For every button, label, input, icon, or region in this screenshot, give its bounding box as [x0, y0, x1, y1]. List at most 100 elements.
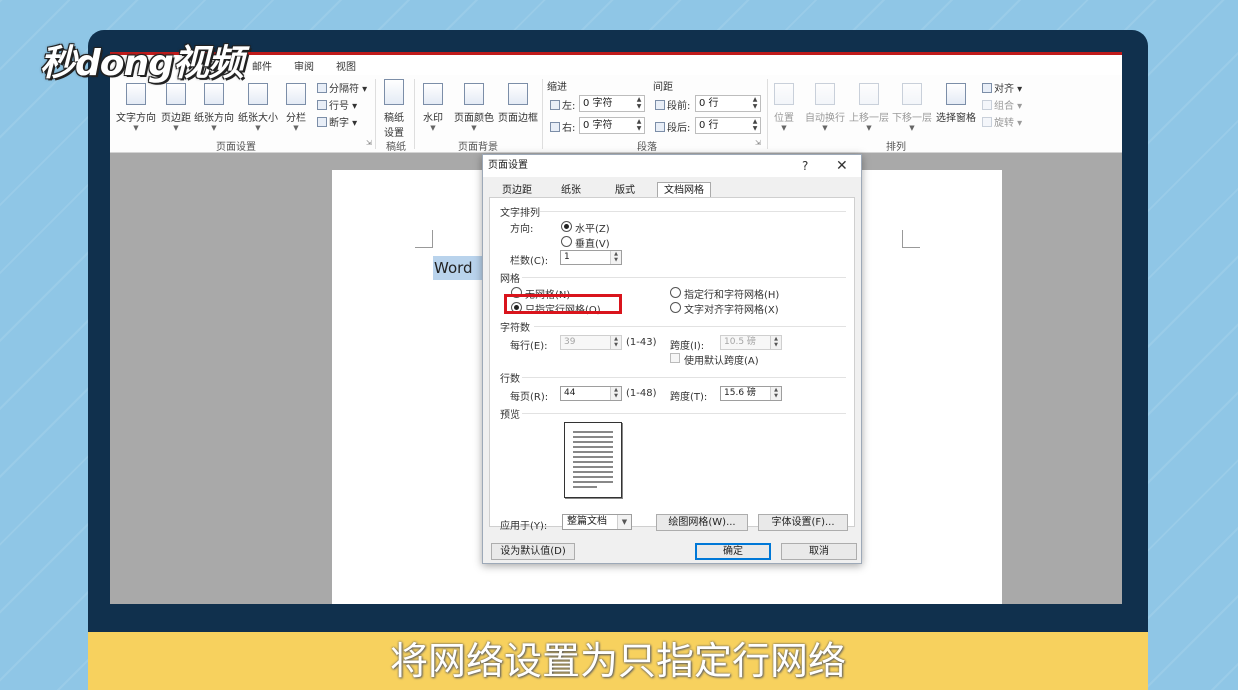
spinner-icon[interactable]: ▲ ▼	[634, 96, 644, 111]
lines-pitch-input[interactable]: 15.6 磅 ▲ ▼	[720, 386, 782, 401]
indent-left-icon	[550, 100, 560, 110]
page-setup-dialog: 页面设置 ? ✕ 页边距 纸张 版式 文档网格 文字排列 方向: 水平(Z) 垂…	[482, 154, 862, 564]
rotate-button[interactable]: 旋转 ▾	[982, 114, 1022, 129]
section-divider	[534, 326, 846, 327]
columns-input[interactable]: 1 ▲ ▼	[560, 250, 622, 265]
section-lines: 行数	[500, 374, 520, 385]
chars-per-line-input[interactable]: 39 ▲ ▼	[560, 335, 622, 350]
radio-snap-chars-grid[interactable]	[670, 302, 681, 313]
paragraph-launcher-icon[interactable]: ⇲	[755, 139, 761, 147]
spinner-icon[interactable]: ▲ ▼	[770, 387, 781, 400]
draw-grid-button[interactable]: 绘图网格(W)...	[656, 514, 748, 531]
columns-button[interactable]: 分栏 ▼	[286, 83, 306, 132]
spacing-after-icon	[655, 122, 665, 132]
indent-right-input[interactable]: 0 字符 ▲ ▼	[579, 117, 645, 134]
group-button[interactable]: 组合 ▾	[982, 97, 1022, 112]
direction-label: 方向:	[510, 224, 534, 235]
page-color-button[interactable]: 页面颜色 ▼	[454, 83, 494, 132]
position-button[interactable]: 位置 ▼	[774, 83, 794, 132]
spacing-header: 间距	[653, 82, 673, 93]
margins-button[interactable]: 页边距 ▼	[161, 83, 191, 132]
radio-snap-chars-grid-label[interactable]: 文字对齐字符网格(X)	[684, 301, 779, 316]
spinner-icon[interactable]: ▲ ▼	[750, 96, 760, 111]
tab-layout[interactable]: 版式	[605, 182, 645, 198]
radio-lines-and-chars-grid[interactable]	[670, 287, 681, 298]
ok-button[interactable]: 确定	[695, 543, 771, 560]
bring-forward-button[interactable]: 上移一层 ▼	[849, 83, 889, 132]
spinner-icon[interactable]: ▲ ▼	[610, 251, 621, 264]
radio-lines-only-grid-label[interactable]: 只指定行网格(O)	[525, 301, 601, 316]
apply-to-label: 应用于(Y):	[500, 521, 548, 532]
section-divider	[522, 413, 846, 414]
set-default-button[interactable]: 设为默认值(D)	[491, 543, 575, 560]
spacing-after-label: 段后:	[655, 119, 690, 134]
preview-line	[573, 441, 613, 443]
help-icon[interactable]: ?	[802, 155, 808, 177]
breaks-button[interactable]: 分隔符 ▾	[317, 80, 367, 95]
apply-to-select[interactable]: 整篇文档 ▼	[562, 514, 632, 530]
cancel-button[interactable]: 取消	[781, 543, 857, 560]
document-grid-panel: 文字排列 方向: 水平(Z) 垂直(V) 栏数(C): 1 ▲ ▼ 网格 无网格(…	[489, 197, 855, 532]
line-numbers-button[interactable]: 行号 ▾	[317, 97, 357, 112]
indent-header: 缩进	[547, 82, 567, 93]
tab-mailings[interactable]: 邮件	[252, 58, 272, 73]
hyphenation-icon	[317, 117, 327, 127]
tab-view[interactable]: 视图	[336, 58, 356, 73]
chevron-down-icon: ▼	[173, 124, 179, 132]
orientation-button[interactable]: 纸张方向 ▼	[194, 83, 234, 132]
ribbon-tab-bar: 引用 邮件 审阅 视图	[110, 52, 1122, 75]
group-label-manuscript: 稿纸	[386, 142, 406, 153]
selection-pane-button[interactable]: 选择窗格	[936, 83, 976, 124]
hyphenation-button[interactable]: 断字 ▾	[317, 114, 357, 129]
spinner-icon[interactable]: ▲ ▼	[610, 387, 621, 400]
align-button[interactable]: 对齐 ▾	[982, 80, 1022, 95]
wrap-text-button[interactable]: 自动换行 ▼	[805, 83, 845, 132]
group-label-page-setup: 页面设置	[216, 142, 256, 153]
lines-per-page-label: 每页(R):	[510, 392, 549, 403]
position-icon	[774, 83, 794, 105]
chevron-down-icon: ▼	[866, 124, 872, 132]
selected-text[interactable]: Word	[433, 256, 485, 280]
send-backward-icon	[902, 83, 922, 105]
selection-pane-icon	[946, 83, 966, 105]
chevron-down-icon[interactable]: ▼	[617, 515, 631, 529]
tab-margins[interactable]: 页边距	[495, 182, 539, 198]
breaks-icon	[317, 83, 327, 93]
radio-horizontal-label[interactable]: 水平(Z)	[575, 220, 610, 235]
tab-document-grid[interactable]: 文档网格	[657, 182, 711, 198]
radio-no-grid[interactable]	[511, 287, 522, 298]
lines-per-page-input[interactable]: 44 ▲ ▼	[560, 386, 622, 401]
indent-left-input[interactable]: 0 字符 ▲ ▼	[579, 95, 645, 112]
page-setup-launcher-icon[interactable]: ⇲	[366, 139, 372, 147]
spinner-icon[interactable]: ▲ ▼	[750, 118, 760, 133]
spinner-icon[interactable]: ▲ ▼	[610, 336, 621, 349]
send-backward-button[interactable]: 下移一层 ▼	[892, 83, 932, 132]
manuscript-icon	[384, 79, 404, 105]
close-icon[interactable]: ✕	[836, 155, 848, 177]
spacing-after-input[interactable]: 0 行 ▲ ▼	[695, 117, 761, 134]
chars-pitch-input[interactable]: 10.5 磅 ▲ ▼	[720, 335, 782, 350]
radio-lines-and-chars-grid-label[interactable]: 指定行和字符网格(H)	[684, 286, 779, 301]
spacing-before-input[interactable]: 0 行 ▲ ▼	[695, 95, 761, 112]
font-settings-button[interactable]: 字体设置(F)...	[758, 514, 848, 531]
radio-vertical-label[interactable]: 垂直(V)	[575, 235, 610, 250]
radio-vertical[interactable]	[561, 236, 572, 247]
spinner-icon[interactable]: ▲ ▼	[634, 118, 644, 133]
tab-review[interactable]: 审阅	[294, 58, 314, 73]
orientation-icon	[204, 83, 224, 105]
tab-paper[interactable]: 纸张	[551, 182, 591, 198]
chars-per-line-range: (1-43)	[626, 337, 657, 348]
watermark-button[interactable]: 水印 ▼	[423, 83, 443, 132]
manuscript-settings-button[interactable]: 稿纸 设置	[384, 79, 404, 139]
page-borders-button[interactable]: 页面边框	[498, 83, 538, 124]
size-button[interactable]: 纸张大小 ▼	[238, 83, 278, 132]
radio-horizontal[interactable]	[561, 221, 572, 232]
radio-no-grid-label[interactable]: 无网格(N)	[525, 286, 570, 301]
radio-lines-only-grid[interactable]	[511, 302, 522, 313]
spinner-icon[interactable]: ▲ ▼	[770, 336, 781, 349]
default-pitch-checkbox[interactable]	[670, 353, 680, 363]
chevron-down-icon: ▼	[255, 124, 261, 132]
text-direction-button[interactable]: 文字方向 ▼	[116, 83, 156, 132]
preview-line	[573, 431, 613, 433]
group-icon	[982, 100, 992, 110]
